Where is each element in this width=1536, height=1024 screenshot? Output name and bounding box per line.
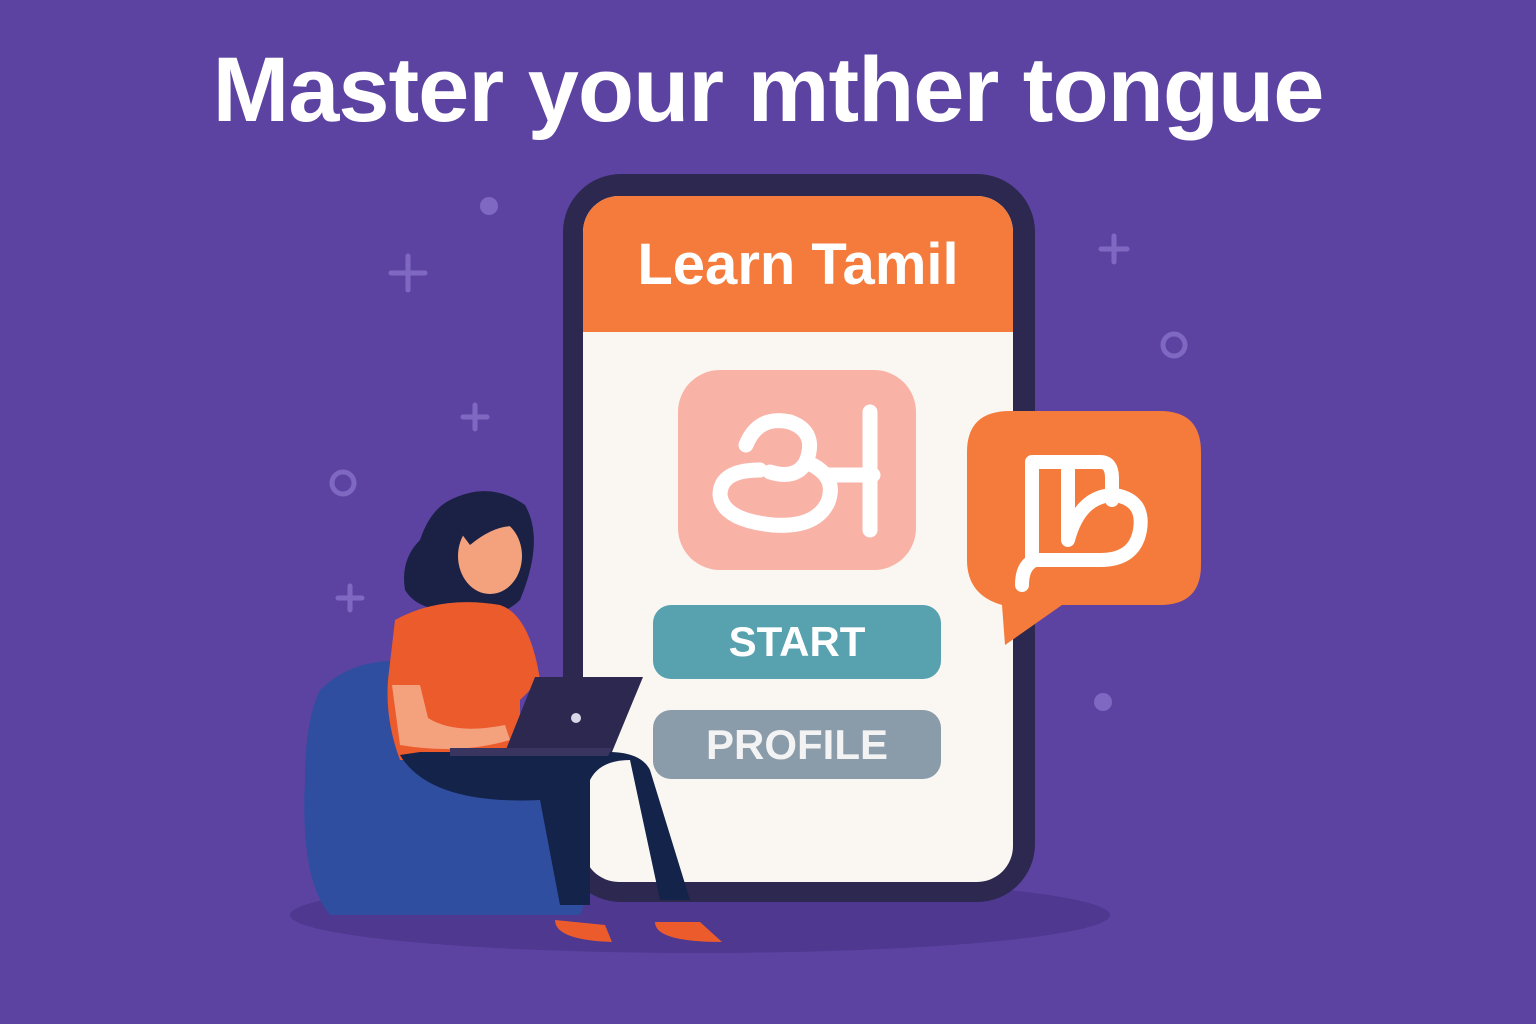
woman-with-laptop-illustration [304,491,722,942]
shoes [555,920,722,942]
